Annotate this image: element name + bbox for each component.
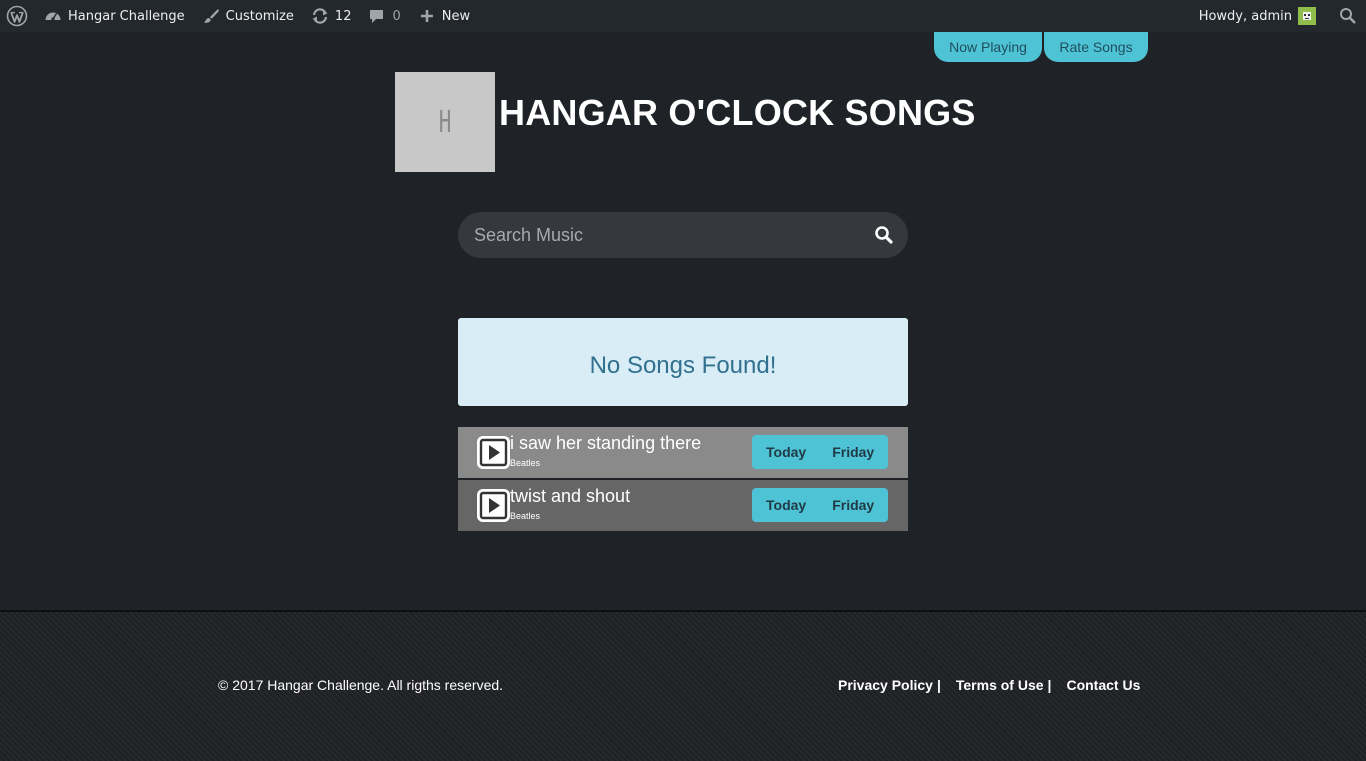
footer-separator: |: [1047, 677, 1052, 693]
today-button[interactable]: Today: [766, 444, 806, 460]
song-schedule-group: Today Friday: [752, 488, 888, 522]
search-icon: [875, 226, 893, 244]
play-icon: [479, 438, 508, 467]
site-name-link[interactable]: Hangar Challenge: [35, 0, 193, 32]
plus-icon: [417, 6, 437, 26]
friday-button[interactable]: Friday: [832, 497, 874, 513]
alert-message: No Songs Found!: [589, 352, 777, 379]
song-row: i saw her standing there Beatles Today F…: [458, 427, 908, 478]
no-songs-alert: No Songs Found!: [458, 318, 908, 406]
friday-button[interactable]: Friday: [832, 444, 874, 460]
site-name-label: Hangar Challenge: [68, 8, 185, 24]
song-title: twist and shout: [510, 486, 631, 506]
my-account-link[interactable]: Howdy, admin: [1191, 0, 1324, 32]
site-footer: © 2017 Hangar Challenge. All rigths rese…: [0, 610, 1366, 761]
footer-separator: |: [936, 677, 941, 693]
song-artist: Beatles: [510, 511, 541, 521]
search-bar: [458, 212, 908, 258]
update-icon: [310, 6, 330, 26]
wordpress-logo-icon[interactable]: [0, 0, 35, 32]
copyright-text: © 2017 Hangar Challenge. All rigths rese…: [218, 677, 504, 693]
updates-count: 12: [334, 8, 352, 24]
page-title: HANGAR O'CLOCK SONGS: [499, 92, 976, 133]
dashboard-icon: [43, 6, 63, 26]
search-input[interactable]: [458, 212, 858, 258]
footer-links: Privacy Policy | Terms of Use | Contact …: [838, 677, 1140, 693]
now-playing-tab[interactable]: Now Playing: [934, 32, 1042, 62]
search-icon: [1338, 6, 1358, 26]
howdy-label: Howdy, admin: [1198, 8, 1292, 24]
comment-icon: [367, 6, 387, 26]
play-icon: [479, 491, 508, 520]
admin-search-button[interactable]: [1324, 0, 1366, 32]
avatar: [1298, 7, 1316, 25]
terms-of-use-link[interactable]: Terms of Use: [956, 677, 1044, 693]
song-title: i saw her standing there: [510, 433, 702, 453]
admin-bar-right: Howdy, admin: [1191, 0, 1366, 32]
contact-us-link[interactable]: Contact Us: [1066, 677, 1140, 693]
admin-bar-left: Hangar Challenge Customize 12 0 New: [0, 0, 478, 32]
search-button[interactable]: [874, 225, 894, 245]
logo-letter: H: [438, 104, 452, 140]
comments-link[interactable]: 0: [359, 0, 408, 32]
rate-songs-label: Rate Songs: [1059, 39, 1133, 55]
rate-songs-tab[interactable]: Rate Songs: [1044, 32, 1148, 62]
site-logo[interactable]: H: [395, 72, 495, 172]
comments-count: 0: [392, 8, 401, 24]
privacy-policy-link[interactable]: Privacy Policy: [838, 677, 933, 693]
customize-label: Customize: [225, 8, 294, 24]
admin-bar: Hangar Challenge Customize 12 0 New Howd…: [0, 0, 1366, 32]
play-button[interactable]: [477, 436, 510, 469]
customize-link[interactable]: Customize: [193, 0, 302, 32]
today-button[interactable]: Today: [766, 497, 806, 513]
play-button[interactable]: [477, 489, 510, 522]
new-content-link[interactable]: New: [409, 0, 478, 32]
updates-link[interactable]: 12: [302, 0, 360, 32]
paintbrush-icon: [201, 6, 221, 26]
now-playing-label: Now Playing: [949, 39, 1027, 55]
song-row: twist and shout Beatles Today Friday: [458, 480, 908, 531]
song-schedule-group: Today Friday: [752, 435, 888, 469]
song-artist: Beatles: [510, 458, 541, 468]
new-label: New: [441, 8, 471, 24]
